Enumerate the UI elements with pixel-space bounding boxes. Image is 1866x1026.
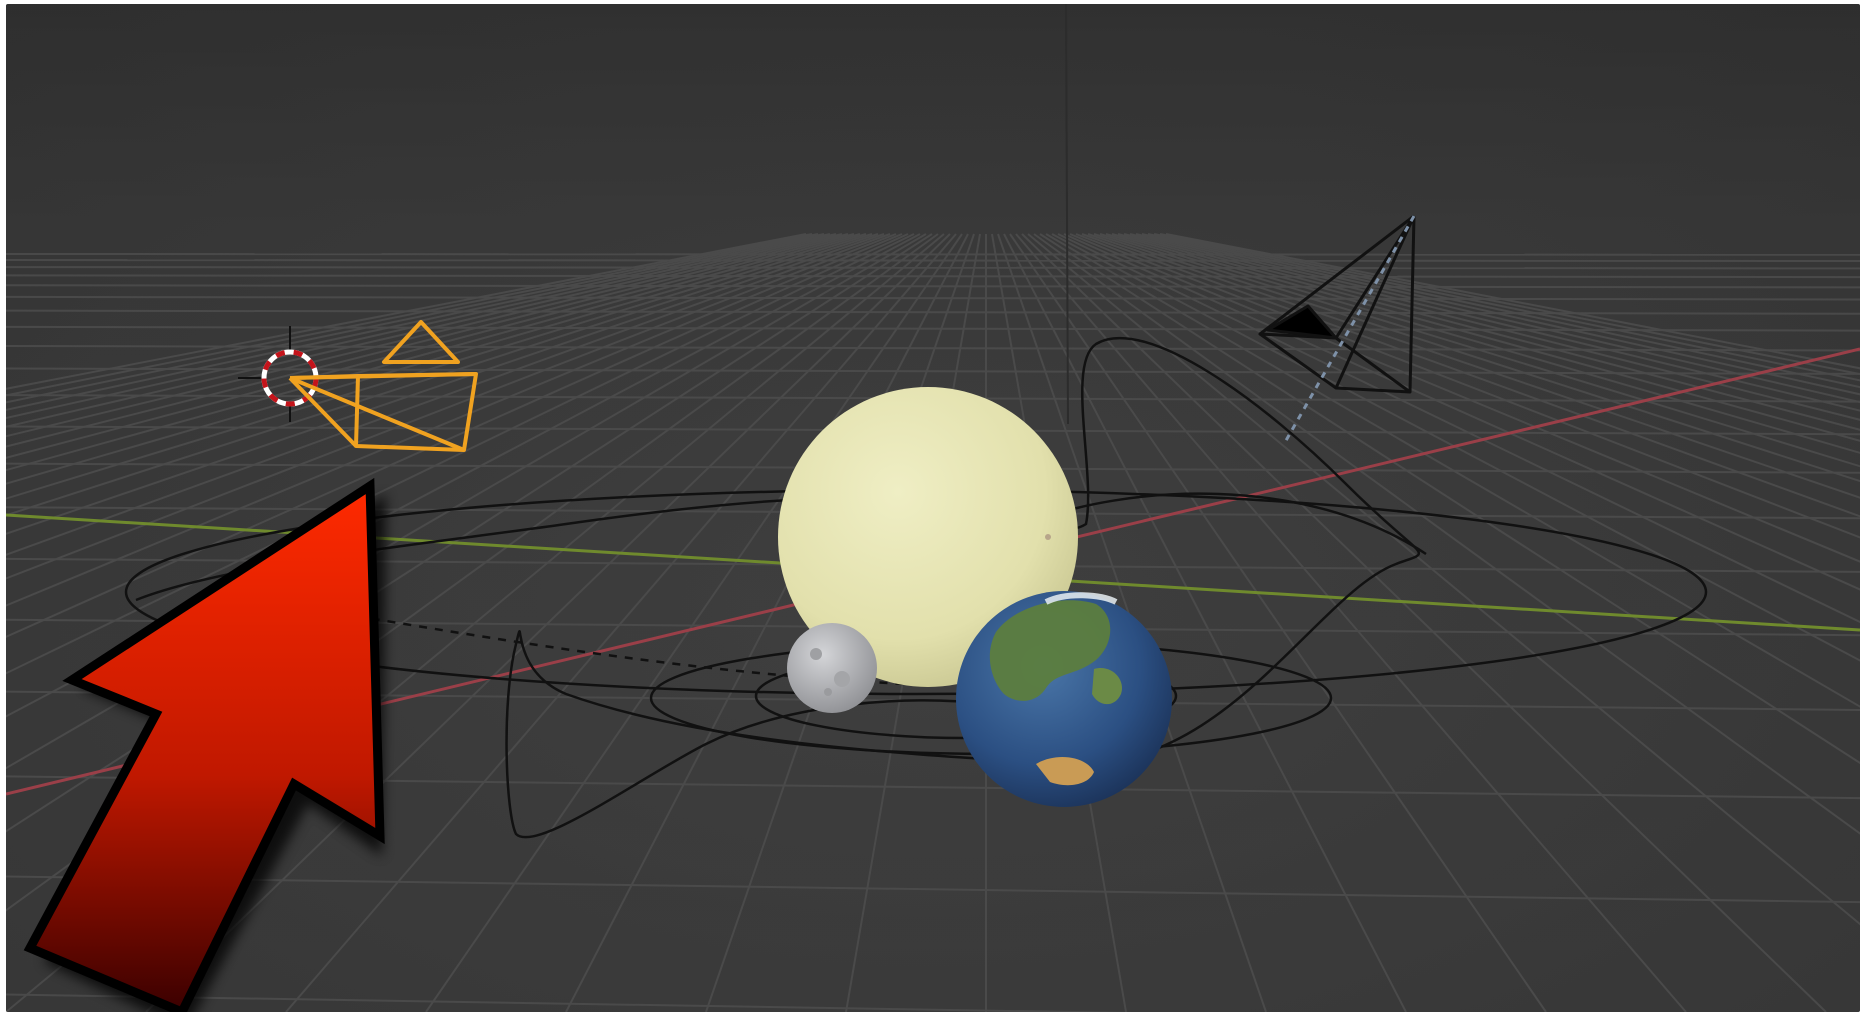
viewport-3d[interactable]: [6, 4, 1860, 1012]
earth-sphere[interactable]: [956, 591, 1172, 807]
moon-sphere[interactable]: [787, 623, 877, 713]
